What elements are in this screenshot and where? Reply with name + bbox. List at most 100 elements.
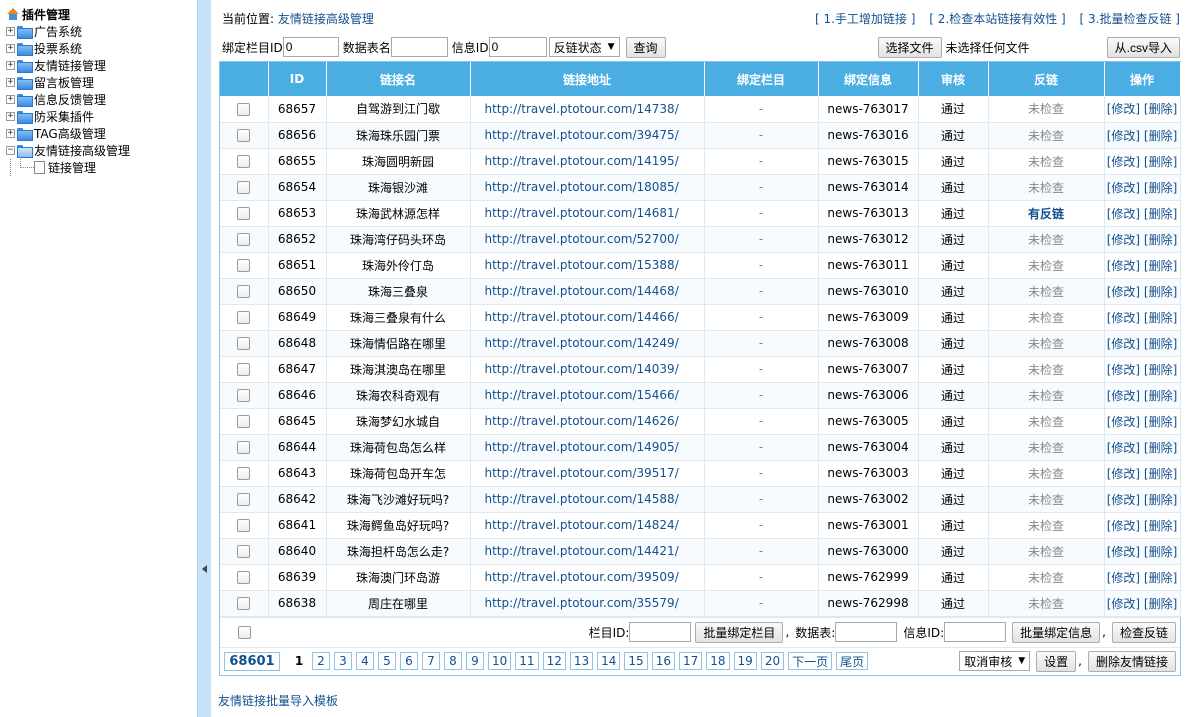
page-link-7[interactable]: 7: [422, 652, 440, 670]
batch-check-back-link[interactable]: [ 3.批量检查反链 ]: [1080, 12, 1180, 26]
cell-url[interactable]: http://travel.ptotour.com/14468/: [470, 278, 705, 305]
sidebar-item-4[interactable]: + 信息反馈管理: [6, 91, 197, 108]
row-checkbox[interactable]: [237, 129, 251, 142]
cell-url[interactable]: http://travel.ptotour.com/14421/: [470, 538, 705, 565]
cell-ops[interactable]: [修改] [删除]: [1104, 486, 1181, 513]
page-link-5[interactable]: 5: [378, 652, 396, 670]
batch-info-input[interactable]: [944, 622, 1007, 642]
sidebar-item-0[interactable]: + 广告系统: [6, 23, 197, 40]
row-checkbox[interactable]: [237, 102, 251, 116]
collapse-icon[interactable]: −: [6, 146, 15, 155]
cell-url[interactable]: http://travel.ptotour.com/14905/: [470, 434, 705, 461]
page-link-9[interactable]: 9: [466, 652, 484, 670]
page-link-18[interactable]: 18: [706, 652, 730, 670]
row-checkbox[interactable]: [237, 493, 251, 506]
row-checkbox[interactable]: [237, 467, 251, 480]
cell-url[interactable]: http://travel.ptotour.com/14626/: [470, 408, 705, 435]
row-checkbox[interactable]: [237, 207, 251, 220]
expand-icon[interactable]: +: [6, 78, 15, 87]
catid-input[interactable]: [282, 37, 339, 57]
cell-ops[interactable]: [修改] [删除]: [1104, 590, 1181, 617]
cell-url[interactable]: http://travel.ptotour.com/52700/: [470, 226, 705, 253]
sidebar-item-link-manage[interactable]: 链接管理: [6, 159, 197, 176]
cell-url[interactable]: http://travel.ptotour.com/18085/: [470, 174, 705, 201]
select-all-checkbox[interactable]: [237, 626, 251, 639]
cell-url[interactable]: http://travel.ptotour.com/39517/: [470, 460, 705, 487]
row-checkbox[interactable]: [237, 389, 251, 402]
row-checkbox[interactable]: [237, 597, 251, 610]
expand-icon[interactable]: +: [6, 44, 15, 53]
check-backlink-button[interactable]: 检查反链: [1111, 621, 1176, 643]
page-link-19[interactable]: 19: [733, 652, 757, 670]
query-button[interactable]: 查询: [625, 36, 666, 58]
row-checkbox[interactable]: [237, 415, 251, 428]
cell-ops[interactable]: [修改] [删除]: [1104, 460, 1181, 487]
cell-url[interactable]: http://travel.ptotour.com/14249/: [470, 330, 705, 357]
tree-root[interactable]: 插件管理: [6, 6, 197, 23]
page-link-16[interactable]: 16: [651, 652, 675, 670]
cell-url[interactable]: http://travel.ptotour.com/14681/: [470, 200, 705, 227]
sidebar-item-6[interactable]: + TAG高级管理: [6, 125, 197, 142]
page-link-12[interactable]: 12: [542, 652, 566, 670]
row-checkbox[interactable]: [237, 519, 251, 532]
row-checkbox[interactable]: [237, 311, 251, 324]
sidebar-item-2[interactable]: + 友情链接管理: [6, 57, 197, 74]
row-checkbox[interactable]: [237, 441, 251, 454]
cell-url[interactable]: http://travel.ptotour.com/14466/: [470, 304, 705, 331]
page-link-6[interactable]: 6: [400, 652, 418, 670]
page-link-14[interactable]: 14: [597, 652, 621, 670]
row-checkbox[interactable]: [237, 259, 251, 272]
cell-url[interactable]: http://travel.ptotour.com/39509/: [470, 564, 705, 591]
breadcrumb-link[interactable]: 友情链接高级管理: [278, 12, 374, 26]
cell-url[interactable]: http://travel.ptotour.com/39475/: [470, 122, 705, 149]
expand-icon[interactable]: +: [6, 112, 15, 121]
page-link-15[interactable]: 15: [624, 652, 648, 670]
audit-select[interactable]: 取消审核 ▼: [959, 651, 1031, 671]
row-checkbox[interactable]: [237, 363, 251, 376]
cell-url[interactable]: http://travel.ptotour.com/14824/: [470, 512, 705, 539]
page-link-11[interactable]: 11: [515, 652, 539, 670]
row-checkbox[interactable]: [237, 233, 251, 246]
cell-ops[interactable]: [修改] [删除]: [1104, 122, 1181, 149]
bind-cat-button[interactable]: 批量绑定栏目: [695, 621, 784, 643]
batch-cat-input[interactable]: [629, 622, 692, 642]
page-link-2[interactable]: 2: [312, 652, 330, 670]
next-page-link[interactable]: 下一页: [788, 652, 833, 670]
csv-import-button[interactable]: 从.csv导入: [1106, 36, 1180, 58]
row-checkbox[interactable]: [237, 181, 251, 194]
check-validity-link[interactable]: [ 2.检查本站链接有效性 ]: [929, 12, 1065, 26]
row-checkbox[interactable]: [237, 571, 251, 584]
cell-ops[interactable]: [修改] [删除]: [1104, 512, 1181, 539]
row-checkbox[interactable]: [237, 337, 251, 350]
table-input[interactable]: [390, 37, 448, 57]
sidebar-item-1[interactable]: + 投票系统: [6, 40, 197, 57]
cell-ops[interactable]: [修改] [删除]: [1104, 200, 1181, 227]
cell-url[interactable]: http://travel.ptotour.com/14738/: [470, 96, 705, 123]
cell-ops[interactable]: [修改] [删除]: [1104, 304, 1181, 331]
cell-url[interactable]: http://travel.ptotour.com/15466/: [470, 382, 705, 409]
collapse-arrow-icon[interactable]: [202, 565, 207, 573]
cell-url[interactable]: http://travel.ptotour.com/14195/: [470, 148, 705, 175]
choose-file-button[interactable]: 选择文件: [877, 36, 942, 58]
cell-ops[interactable]: [修改] [删除]: [1104, 96, 1181, 123]
expand-icon[interactable]: +: [6, 27, 15, 36]
cell-url[interactable]: http://travel.ptotour.com/15388/: [470, 252, 705, 279]
infoid-input[interactable]: [488, 37, 547, 57]
page-link-4[interactable]: 4: [356, 652, 374, 670]
page-link-17[interactable]: 17: [678, 652, 703, 670]
page-link-8[interactable]: 8: [444, 652, 462, 670]
cell-ops[interactable]: [修改] [删除]: [1104, 252, 1181, 279]
set-button[interactable]: 设置: [1036, 650, 1077, 672]
cell-ops[interactable]: [修改] [删除]: [1104, 226, 1181, 253]
cell-url[interactable]: http://travel.ptotour.com/14039/: [470, 356, 705, 383]
sidebar-item-3[interactable]: + 留言板管理: [6, 74, 197, 91]
cell-ops[interactable]: [修改] [删除]: [1104, 538, 1181, 565]
last-page-link[interactable]: 尾页: [836, 652, 869, 670]
manual-add-link[interactable]: [ 1.手工增加链接 ]: [815, 12, 915, 26]
cell-url[interactable]: http://travel.ptotour.com/35579/: [470, 590, 705, 617]
sidebar-splitter[interactable]: [197, 0, 211, 717]
row-checkbox[interactable]: [237, 155, 251, 168]
page-link-20[interactable]: 20: [760, 652, 785, 670]
status-select[interactable]: 反链状态 ▼: [548, 37, 620, 57]
page-link-10[interactable]: 10: [488, 652, 512, 670]
